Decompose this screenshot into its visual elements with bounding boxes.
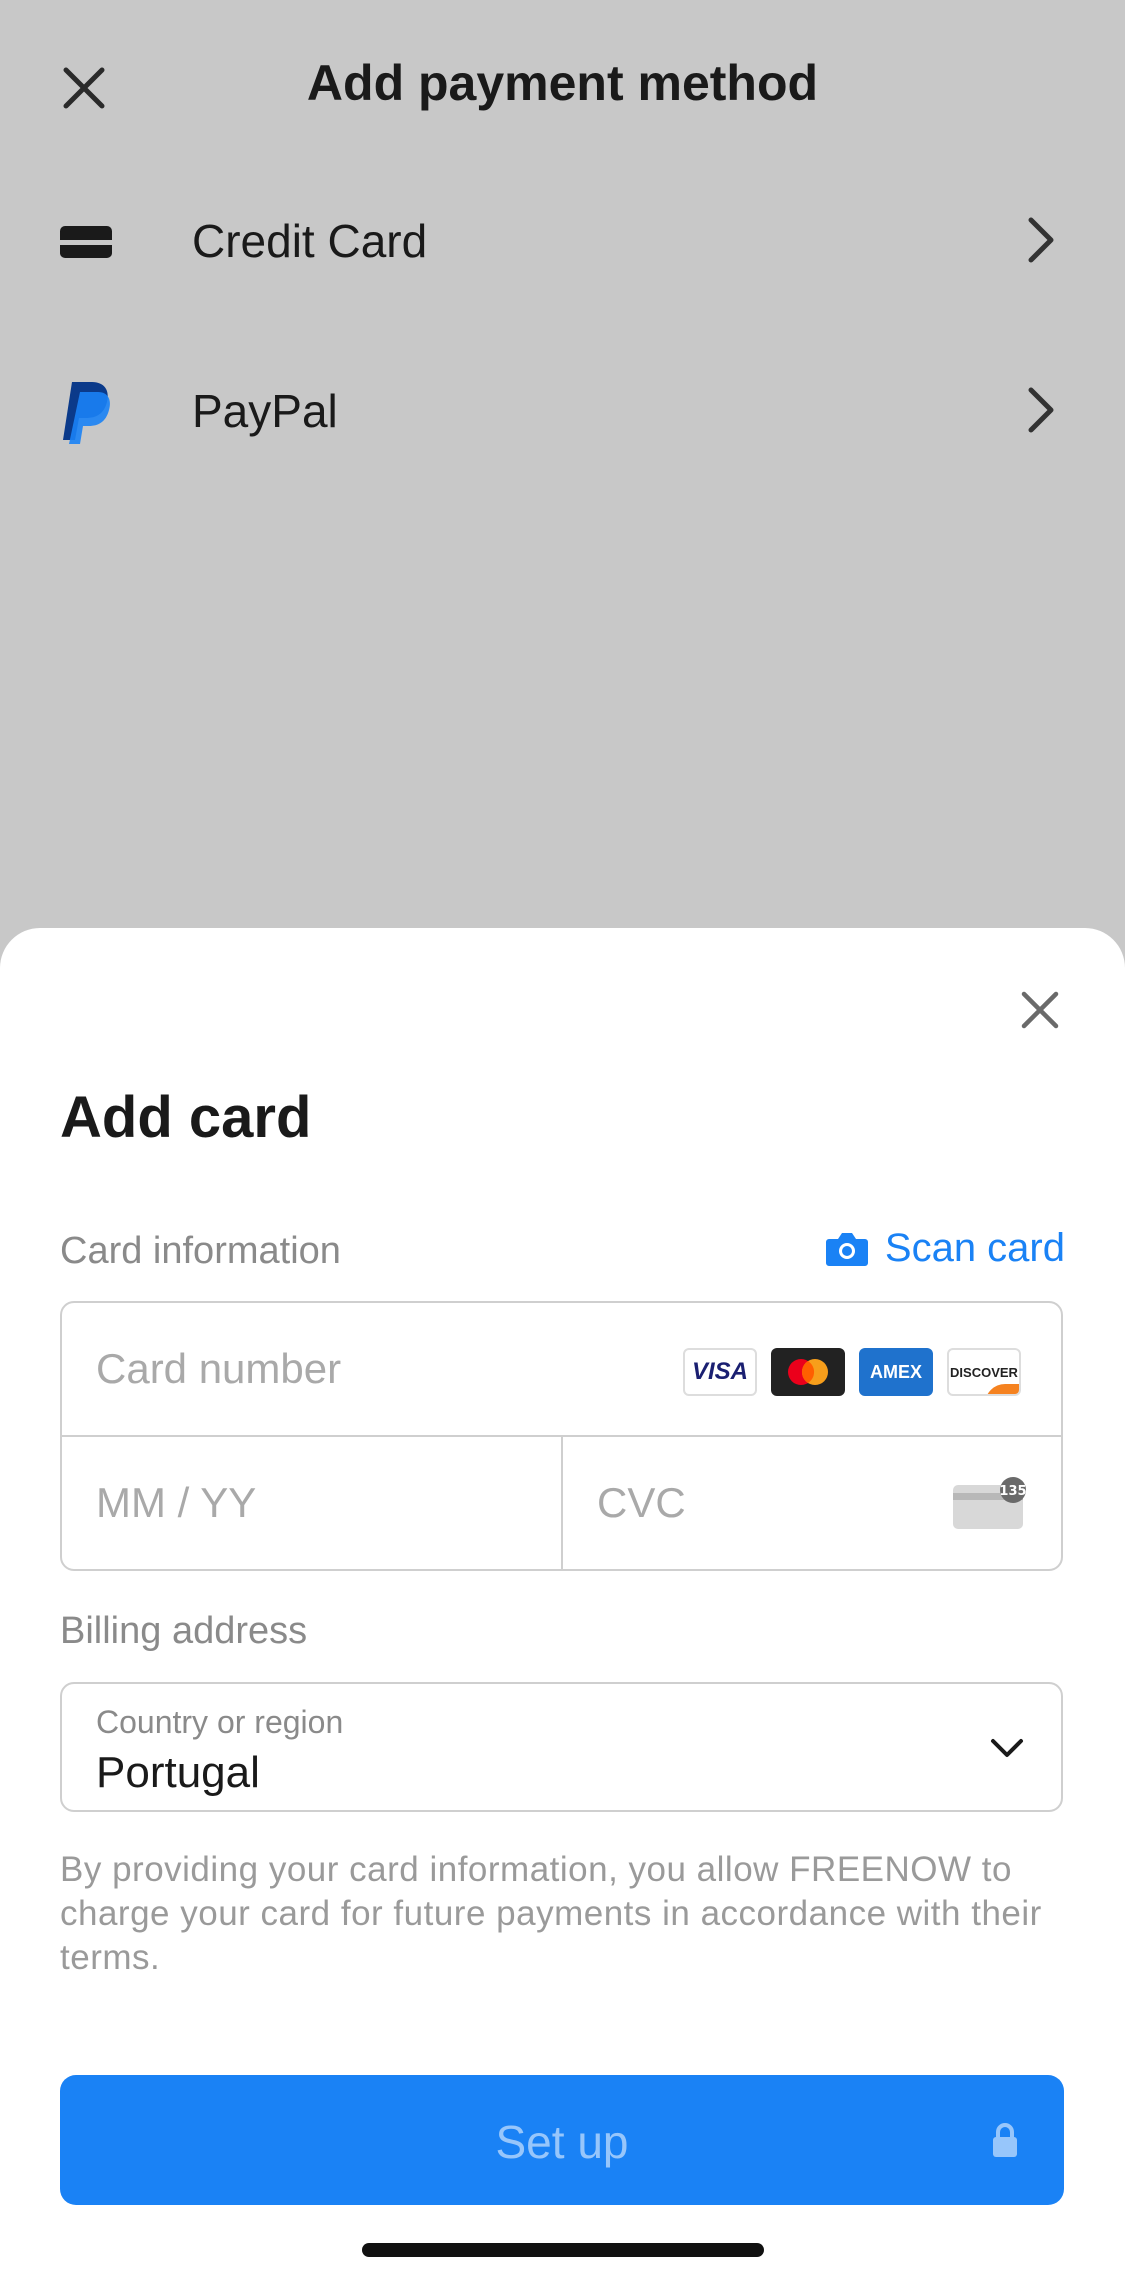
scan-card-label: Scan card — [884, 1226, 1065, 1270]
expiry-input[interactable]: MM / YY — [62, 1437, 563, 1569]
add-card-sheet: Add card Card information Scan card Card… — [0, 928, 1125, 2284]
cvc-card-icon: 135 — [953, 1477, 1027, 1529]
svg-text:135: 135 — [999, 1484, 1026, 1499]
chevron-right-icon — [1016, 210, 1066, 270]
card-brands: VISA AMEX DISCOVER — [683, 1348, 1021, 1396]
cvc-input[interactable]: CVC 135 — [563, 1437, 1063, 1569]
card-number-input[interactable]: Card number VISA AMEX DISCOVER — [62, 1303, 1061, 1437]
mastercard-icon — [771, 1348, 845, 1396]
discover-icon: DISCOVER — [947, 1348, 1021, 1396]
country-select[interactable]: Country or region Portugal — [60, 1682, 1063, 1812]
lock-icon — [993, 2123, 1017, 2157]
payment-method-label: PayPal — [192, 385, 338, 437]
payment-method-page: Add payment method Credit Card PayPal — [0, 0, 1125, 930]
payment-method-credit-card[interactable]: Credit Card — [0, 180, 1125, 300]
screen: Add payment method Credit Card PayPal Ad… — [0, 0, 1125, 2284]
set-up-label: Set up — [495, 2116, 629, 2168]
camera-icon — [825, 1232, 868, 1266]
credit-card-icon — [54, 210, 118, 274]
billing-address-label: Billing address — [60, 1610, 308, 1652]
visa-icon: VISA — [683, 1348, 757, 1396]
country-caption: Country or region — [96, 1704, 344, 1740]
amex-icon: AMEX — [859, 1348, 933, 1396]
close-sheet-button[interactable] — [1010, 980, 1070, 1040]
set-up-button[interactable]: Set up — [60, 2075, 1064, 2205]
sheet-title: Add card — [60, 1085, 312, 1150]
payment-method-paypal[interactable]: PayPal — [0, 350, 1125, 470]
card-number-placeholder: Card number — [96, 1345, 342, 1392]
chevron-right-icon — [1016, 380, 1066, 440]
close-icon — [1021, 991, 1059, 1029]
page-title: Add payment method — [306, 55, 819, 111]
payment-method-label: Credit Card — [192, 215, 428, 267]
card-information-fields: Card number VISA AMEX DISCOVER MM / YY C… — [60, 1301, 1063, 1571]
paypal-icon — [54, 380, 118, 444]
scan-card-button[interactable]: Scan card — [825, 1226, 1065, 1271]
disclaimer-text: By providing your card information, you … — [60, 1850, 1042, 1977]
home-indicator — [362, 2243, 764, 2257]
chevron-down-icon — [991, 1739, 1023, 1757]
expiry-placeholder: MM / YY — [96, 1479, 257, 1526]
cvc-placeholder: CVC — [597, 1479, 686, 1526]
country-value: Portugal — [96, 1748, 260, 1797]
card-information-label: Card information — [60, 1230, 341, 1272]
